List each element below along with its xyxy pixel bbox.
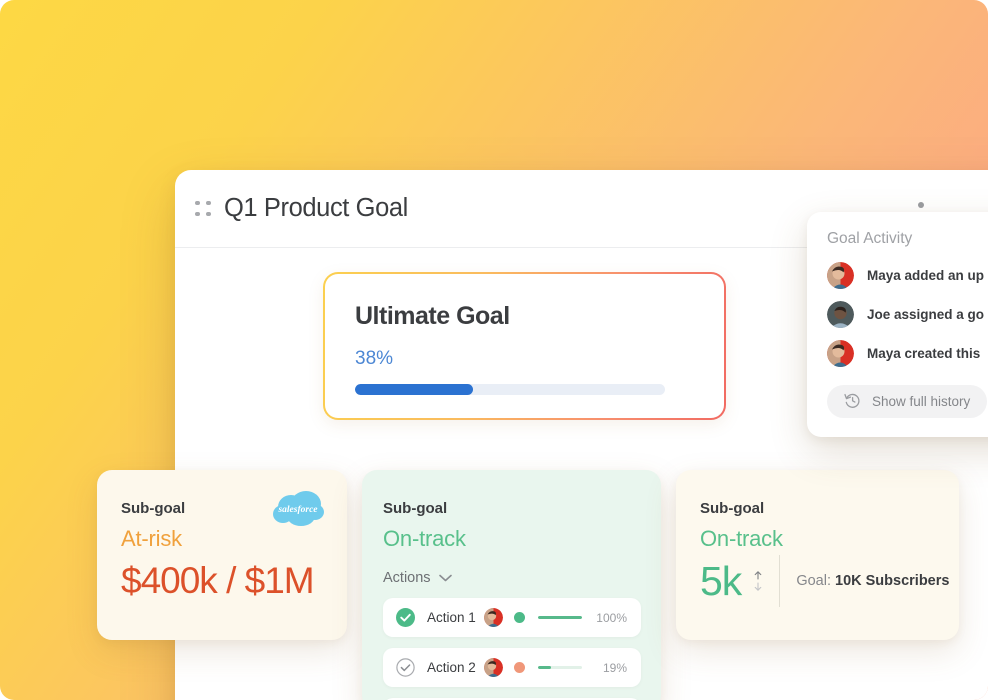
divider [779,555,781,607]
action-name: Action 2 [427,660,476,675]
ultimate-goal-progress-fill [355,384,473,395]
ultimate-goal-card[interactable]: Ultimate Goal 38% [323,272,726,420]
activity-text: Maya created this [867,346,981,361]
avatar [484,658,503,677]
avatar [827,340,854,367]
activity-item[interactable]: Joe assigned a go [827,301,988,328]
check-circle-outline-icon[interactable] [396,658,415,677]
action-progress-fill [538,666,552,669]
action-name: Action 1 [427,610,476,625]
drag-dots-icon[interactable] [192,198,214,220]
chevron-down-icon [438,569,452,587]
action-progress-track [538,616,582,619]
subgoal-label: Sub-goal [383,500,448,517]
svg-text:salesforce: salesforce [277,505,318,515]
actions-label: Actions [383,570,431,586]
up-down-stepper-icon[interactable] [751,571,765,591]
action-percent: 19% [602,660,627,675]
ultimate-goal-progress-track [355,384,665,395]
avatar [827,262,854,289]
activity-item[interactable]: Maya added an up [827,262,988,289]
action-percent: 100% [596,610,627,625]
status-dot [514,662,525,673]
action-progress-fill [538,616,582,619]
activity-text: Joe assigned a go [867,307,985,322]
subgoal-card-subscribers[interactable]: Sub-goal On-track 5k Goal: 10K Subscribe… [676,470,959,640]
avatar [484,608,503,627]
goal-value: 10K Subscribers [835,573,950,589]
status-dot [514,612,525,623]
subgoal-status: On-track [700,526,783,551]
ultimate-goal-title: Ultimate Goal [355,302,510,330]
page-title: Q1 Product Goal [224,194,408,222]
goal-activity-title: Goal Activity [827,230,913,247]
salesforce-cloud-icon: salesforce [271,490,325,535]
activity-item[interactable]: Maya created this [827,340,988,367]
history-rewind-icon [844,392,861,412]
goal-activity-panel: Goal Activity Maya added an up Joe assig… [807,212,988,437]
avatar [827,301,854,328]
subgoal-card-at-risk[interactable]: Sub-goal At-risk $400k / $1M salesforce [97,470,347,640]
goal-prefix: Goal: [796,573,835,589]
subgoal-status: On-track [383,526,466,551]
action-progress-track [538,666,582,669]
subgoal-label: Sub-goal [700,500,765,517]
more-dot-icon[interactable] [918,202,924,208]
ultimate-goal-percent: 38% [355,348,394,369]
show-full-history-button[interactable]: Show full history [827,385,988,418]
show-full-history-label: Show full history [872,394,971,409]
subgoal-value: $400k / $1M [121,560,315,601]
actions-dropdown-toggle[interactable]: Actions [383,569,452,587]
subgoal-goal-text: Goal: 10K Subscribers [796,573,949,589]
screenshot-root: Q1 Product Goal Ultimate Goal 38% Sub-go… [0,0,988,700]
action-row[interactable]: Action 1 100% [383,598,641,637]
subgoal-card-actions[interactable]: Sub-goal On-track Actions Action 1 100% … [362,470,661,700]
check-circle-filled-icon[interactable] [396,608,415,627]
subgoal-value: 5k [700,557,742,604]
action-row[interactable]: Action 2 19% [383,648,641,687]
activity-text: Maya added an up [867,268,985,283]
